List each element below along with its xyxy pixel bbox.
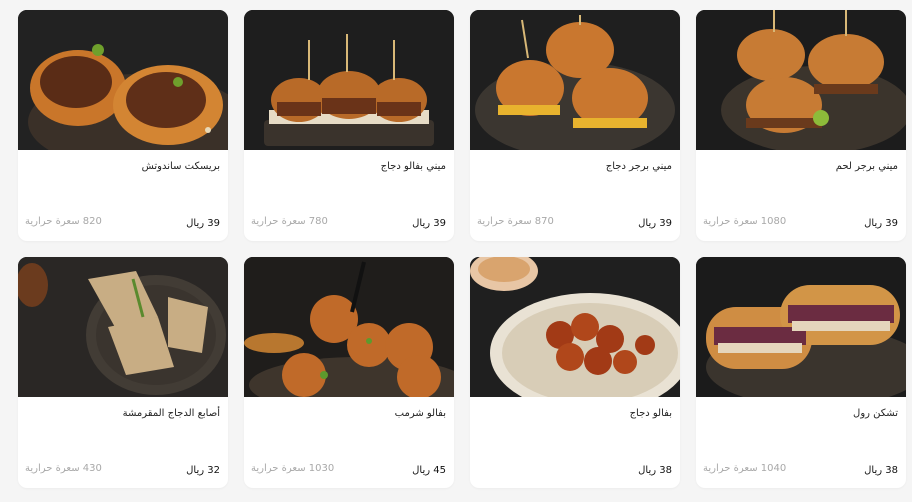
menu-item-name: تشكن رول: [853, 408, 898, 419]
menu-item-price: 39 ريال: [186, 218, 220, 229]
menu-item-card[interactable]: ميني برجر لحم 39 ريال 1080 سعرة حرارية: [696, 10, 906, 241]
menu-item-card[interactable]: تشكن رول 38 ريال 1040 سعرة حرارية: [696, 257, 906, 488]
menu-item-card[interactable]: بفالو دجاج 38 ريال: [470, 257, 680, 488]
menu-item-price: 32 ريال: [186, 465, 220, 476]
menu-item-price: 45 ريال: [412, 465, 446, 476]
menu-item-name: أصابع الدجاج المقرمشة: [122, 408, 220, 419]
menu-grid: بريسكت ساندوتش 39 ريال 820 سعرة حرارية م…: [18, 10, 912, 488]
menu-item-price: 39 ريال: [864, 218, 898, 229]
brisket-sandwich-photo: [18, 10, 228, 150]
menu-item-calories: 780 سعرة حرارية: [251, 216, 328, 227]
menu-item-price: 38 ريال: [864, 465, 898, 476]
menu-item-calories: 1030 سعرة حرارية: [251, 463, 335, 474]
buffalo-shrimp-photo: [244, 257, 454, 397]
menu-item-calories: 870 سعرة حرارية: [477, 216, 554, 227]
menu-item-name: بفالو شرمب: [394, 408, 446, 419]
menu-item-calories: 1080 سعرة حرارية: [703, 216, 787, 227]
menu-page: بريسكت ساندوتش 39 ريال 820 سعرة حرارية م…: [0, 0, 912, 502]
crispy-chicken-fingers-photo: [18, 257, 228, 397]
menu-item-price: 39 ريال: [412, 218, 446, 229]
menu-item-name: ميني برجر دجاج: [605, 161, 672, 172]
menu-item-calories: 820 سعرة حرارية: [25, 216, 102, 227]
chicken-roll-photo: [696, 257, 906, 397]
menu-item-card[interactable]: ميني بفالو دجاج 39 ريال 780 سعرة حرارية: [244, 10, 454, 241]
menu-item-card[interactable]: بريسكت ساندوتش 39 ريال 820 سعرة حرارية: [18, 10, 228, 241]
mini-buffalo-chicken-photo: [244, 10, 454, 150]
menu-item-name: بريسكت ساندوتش: [141, 161, 220, 172]
menu-item-calories: 1040 سعرة حرارية: [703, 463, 787, 474]
menu-item-card[interactable]: بفالو شرمب 45 ريال 1030 سعرة حرارية: [244, 257, 454, 488]
mini-beef-burger-photo: [696, 10, 906, 150]
mini-chicken-burger-photo: [470, 10, 680, 150]
menu-item-price: 38 ريال: [638, 465, 672, 476]
menu-item-calories: 430 سعرة حرارية: [25, 463, 102, 474]
menu-item-name: ميني برجر لحم: [835, 161, 898, 172]
menu-item-price: 39 ريال: [638, 218, 672, 229]
menu-item-card[interactable]: ميني برجر دجاج 39 ريال 870 سعرة حرارية: [470, 10, 680, 241]
menu-item-name: بفالو دجاج: [629, 408, 672, 419]
buffalo-chicken-photo: [470, 257, 680, 397]
menu-item-card[interactable]: أصابع الدجاج المقرمشة 32 ريال 430 سعرة ح…: [18, 257, 228, 488]
menu-item-name: ميني بفالو دجاج: [380, 161, 446, 172]
